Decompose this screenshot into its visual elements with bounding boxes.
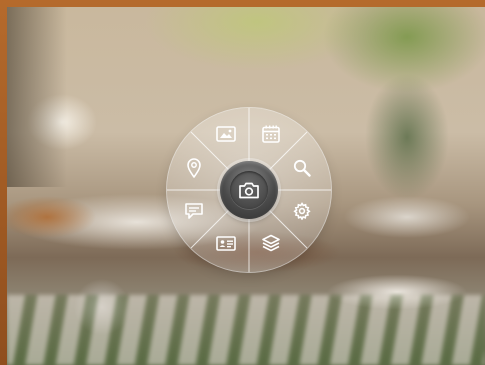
location-pin-icon [187, 158, 201, 178]
settings-button[interactable] [289, 198, 315, 224]
contact-card-button[interactable] [213, 230, 239, 256]
chat-bubble-icon [185, 203, 203, 219]
radial-menu [167, 108, 331, 272]
location-button[interactable] [181, 155, 207, 181]
calendar-icon [262, 125, 280, 143]
floor-stripes [7, 295, 485, 365]
chat-button[interactable] [181, 198, 207, 224]
layers-button[interactable] [258, 230, 284, 256]
layers-icon [262, 234, 280, 252]
settings-gear-icon [293, 202, 311, 220]
camera-button-inner [230, 171, 268, 209]
calendar-button[interactable] [258, 121, 284, 147]
image-button[interactable] [213, 121, 239, 147]
search-button[interactable] [289, 155, 315, 181]
camera-icon [239, 182, 259, 198]
contact-card-icon [216, 235, 236, 251]
camera-button[interactable] [220, 161, 278, 219]
search-icon [293, 159, 311, 177]
image-icon [216, 126, 236, 142]
wall-shadow [7, 7, 67, 187]
